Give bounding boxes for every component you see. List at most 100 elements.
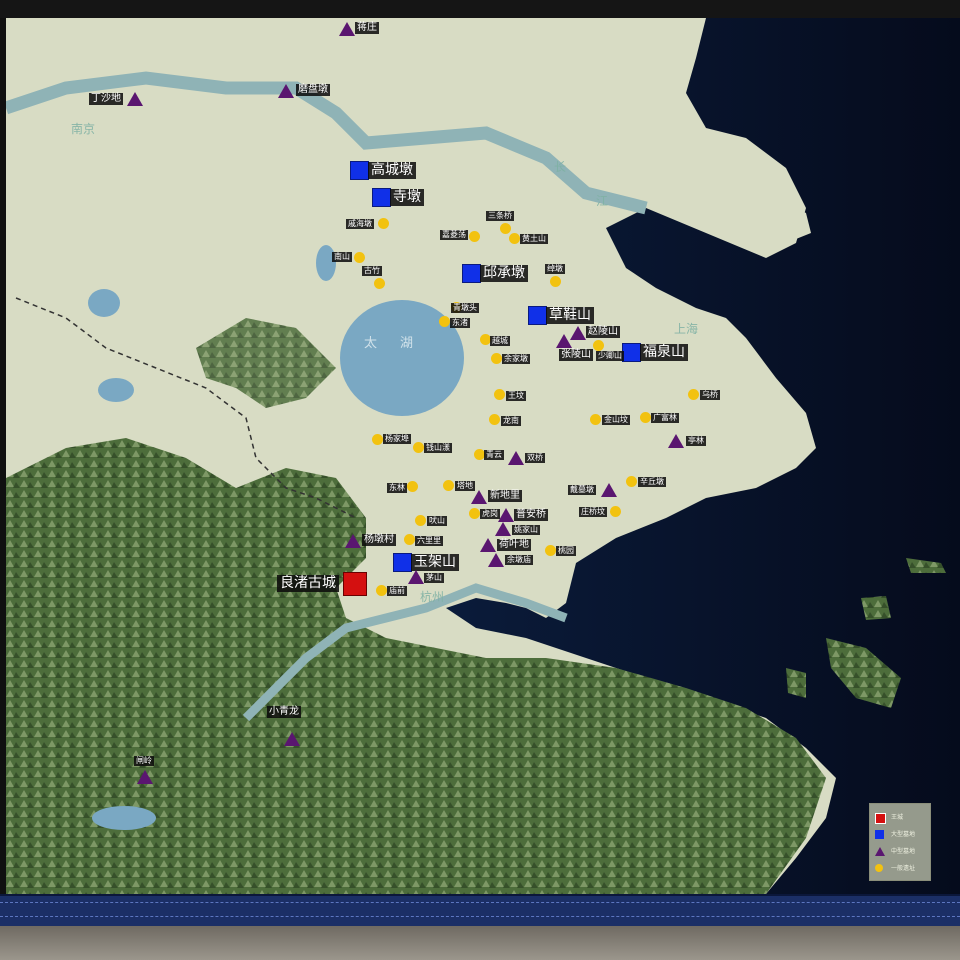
- site-label-tinglin[interactable]: 亭林: [686, 436, 706, 446]
- site-marker-huangtushan[interactable]: [509, 233, 520, 244]
- site-marker-miao-qian[interactable]: [376, 585, 387, 596]
- site-marker-yang-jia-bu[interactable]: [372, 434, 383, 445]
- site-marker-liangzhu[interactable]: [343, 572, 367, 596]
- site-marker-fuquanshan[interactable]: [622, 343, 641, 362]
- site-label-dong-lin[interactable]: 东林: [387, 483, 407, 493]
- site-marker-wang-fen[interactable]: [494, 389, 505, 400]
- site-label-hu-gang[interactable]: 虎岗: [480, 509, 500, 519]
- site-label-yuduimiao[interactable]: 余墩庙: [505, 555, 533, 565]
- site-marker-sanchaqiao[interactable]: [500, 223, 511, 234]
- site-marker-gaochengdun[interactable]: [350, 161, 369, 180]
- site-label-caoxieshan[interactable]: 草鞋山: [546, 307, 594, 324]
- site-label-gu-zhu[interactable]: 古竹: [362, 266, 382, 276]
- site-marker-puanqiao[interactable]: [498, 508, 514, 522]
- site-label-mopandun[interactable]: 磨盘墩: [296, 84, 330, 96]
- site-marker-maoshan[interactable]: [408, 570, 424, 584]
- site-marker-zhuang-qiao-fen[interactable]: [610, 506, 621, 517]
- site-marker-guang-fu-lin[interactable]: [640, 412, 651, 423]
- site-marker-sidun[interactable]: [372, 188, 391, 207]
- site-marker-mopandun[interactable]: [278, 84, 294, 98]
- site-label-xindili[interactable]: 新地里: [488, 490, 522, 502]
- site-label-miao-qian[interactable]: 庙前: [387, 586, 407, 596]
- site-marker-yaojiashan[interactable]: [495, 522, 511, 536]
- site-marker-gu-zhu[interactable]: [374, 278, 385, 289]
- site-label-ta-di[interactable]: 塔地: [455, 481, 475, 491]
- site-label-yangdunchun[interactable]: 杨墩村: [362, 534, 396, 546]
- site-label-dingshadi[interactable]: 丁沙地: [89, 93, 123, 105]
- site-label-sidun[interactable]: 寺墩: [390, 189, 424, 206]
- site-label-yujiashan[interactable]: 玉架山: [411, 554, 459, 571]
- site-marker-daijiadun[interactable]: [601, 483, 617, 497]
- site-label-qian-shan-yang[interactable]: 钱山漾: [424, 443, 452, 453]
- site-marker-dongzhu[interactable]: [439, 316, 450, 327]
- site-label-heyedi[interactable]: 荷叶地: [497, 539, 531, 551]
- site-marker-qian-shan-yang[interactable]: [413, 442, 424, 453]
- site-marker-zhanglingshan[interactable]: [556, 334, 572, 348]
- site-label-liangzhu[interactable]: 良渚古城: [277, 575, 339, 592]
- site-label-qiuchengdun[interactable]: 邱承墩: [480, 265, 528, 282]
- site-label-maoshan[interactable]: 茅山: [424, 573, 444, 583]
- site-label-sanchaqiao[interactable]: 三条桥: [486, 211, 514, 221]
- site-label-zhuang-qiao-fen[interactable]: 庄桥坟: [579, 507, 607, 517]
- site-marker-xin-qiu-dun[interactable]: [626, 476, 637, 487]
- site-label-fei-shan[interactable]: 吠山: [427, 516, 447, 526]
- site-marker-chandun[interactable]: [550, 276, 561, 287]
- site-label-zhanglingshan[interactable]: 张陵山: [559, 349, 593, 361]
- site-label-gaochengdun[interactable]: 高城墩: [368, 162, 416, 179]
- site-marker-zhaling[interactable]: [137, 770, 153, 784]
- site-marker-yuduimiao[interactable]: [488, 553, 504, 567]
- site-label-liu-ge-li[interactable]: 六里里: [415, 536, 443, 546]
- site-marker-tao-yuan[interactable]: [545, 545, 556, 556]
- site-marker-hu-gang[interactable]: [469, 508, 480, 519]
- site-marker-yangdunchun[interactable]: [345, 534, 361, 548]
- site-marker-nanshan[interactable]: [354, 252, 365, 263]
- site-marker-xiaoqinglong[interactable]: [284, 732, 300, 746]
- site-label-zhaling[interactable]: 闸岭: [134, 756, 154, 766]
- site-label-zhaolingshan[interactable]: 赵陵山: [586, 326, 620, 338]
- map-panel[interactable]: 南京 长 江 太 湖 上海 杭州 良渚古城 高城墩 寺墩 邱承墩 草鞋山 福泉山…: [6, 18, 960, 894]
- site-label-xin-qiu-dun[interactable]: 辛丘墩: [638, 477, 666, 487]
- site-marker-caoxieshan[interactable]: [528, 306, 547, 325]
- site-marker-shuangqiao[interactable]: [508, 451, 524, 465]
- site-label-wang-fen[interactable]: 王坟: [506, 391, 526, 401]
- site-label-wu-qiao[interactable]: 乌桥: [700, 390, 720, 400]
- site-label-yu-jia-dun[interactable]: 余家墩: [502, 354, 530, 364]
- site-marker-jiangzhuang[interactable]: [339, 22, 355, 36]
- site-marker-jinshan-fen[interactable]: [590, 414, 601, 425]
- site-label-dongzhu[interactable]: 东渚: [450, 318, 470, 328]
- site-marker-dingshadi[interactable]: [127, 92, 143, 106]
- site-label-yang-jia-bu[interactable]: 杨家埠: [383, 434, 411, 444]
- site-label-huangtushan[interactable]: 黄土山: [520, 234, 548, 244]
- site-marker-wu-qiao[interactable]: [688, 389, 699, 400]
- site-marker-shaoqingshan[interactable]: [593, 340, 604, 351]
- site-label-yaojiashan[interactable]: 姚家山: [512, 525, 540, 535]
- site-label-xiaoqinglong[interactable]: 小青龙: [267, 706, 301, 718]
- site-label-tao-yuan[interactable]: 桃园: [556, 546, 576, 556]
- site-marker-heyedi[interactable]: [480, 538, 496, 552]
- site-marker-xindili[interactable]: [471, 490, 487, 504]
- site-label-puanqiao[interactable]: 普安桥: [514, 509, 548, 521]
- site-marker-tinglin[interactable]: [668, 434, 684, 448]
- site-marker-jiaqi-lu[interactable]: [469, 231, 480, 242]
- site-marker-long-nan[interactable]: [489, 414, 500, 425]
- site-label-qing-yun[interactable]: 青云: [484, 450, 504, 460]
- site-label-shaoqingshan[interactable]: 少卿山: [596, 351, 624, 361]
- site-label-chandun[interactable]: 绰墩: [545, 264, 565, 274]
- site-marker-qiuchengdun[interactable]: [462, 264, 481, 283]
- site-marker-dong-lin[interactable]: [407, 481, 418, 492]
- site-label-jiangzhuang[interactable]: 蒋庄: [355, 22, 379, 34]
- site-label-shuangqiao[interactable]: 双桥: [525, 453, 545, 463]
- site-label-chenghai-dun[interactable]: 戚海墩: [346, 219, 374, 229]
- site-label-jinshan-fen[interactable]: 金山坟: [602, 415, 630, 425]
- site-label-nanshan[interactable]: 南山: [332, 252, 352, 262]
- site-marker-zhaolingshan[interactable]: [570, 326, 586, 340]
- site-label-qingdui-tou[interactable]: 青墩头: [451, 303, 479, 313]
- site-label-fuquanshan[interactable]: 福泉山: [640, 344, 688, 361]
- site-marker-fei-shan[interactable]: [415, 515, 426, 526]
- site-marker-ta-di[interactable]: [443, 480, 454, 491]
- site-label-jiaqi-lu[interactable]: 嘉菱荡: [440, 230, 468, 240]
- site-marker-yu-jia-dun[interactable]: [491, 353, 502, 364]
- site-label-yue-cheng[interactable]: 越城: [490, 336, 510, 346]
- site-marker-liu-ge-li[interactable]: [404, 534, 415, 545]
- site-label-daijiadun[interactable]: 戴墓墩: [568, 485, 596, 495]
